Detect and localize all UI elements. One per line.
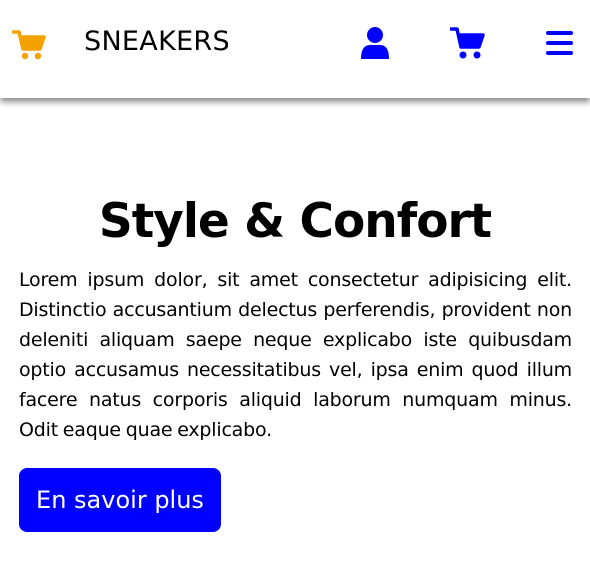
hero-section: Style & Confort Lorem ipsum dolor, sit a… xyxy=(0,98,590,563)
hero-title: Style & Confort xyxy=(98,194,492,249)
learn-more-button[interactable]: En savoir plus xyxy=(19,468,221,532)
shopping-cart-icon[interactable] xyxy=(12,29,46,61)
site-header: SNEAKERS xyxy=(0,0,590,98)
hero-description: Lorem ipsum dolor, sit amet consectetur … xyxy=(19,269,572,441)
menu-icon[interactable] xyxy=(545,26,574,60)
brand-name[interactable]: SNEAKERS xyxy=(84,26,230,57)
cart-icon[interactable] xyxy=(450,26,485,60)
user-icon[interactable] xyxy=(360,26,390,60)
